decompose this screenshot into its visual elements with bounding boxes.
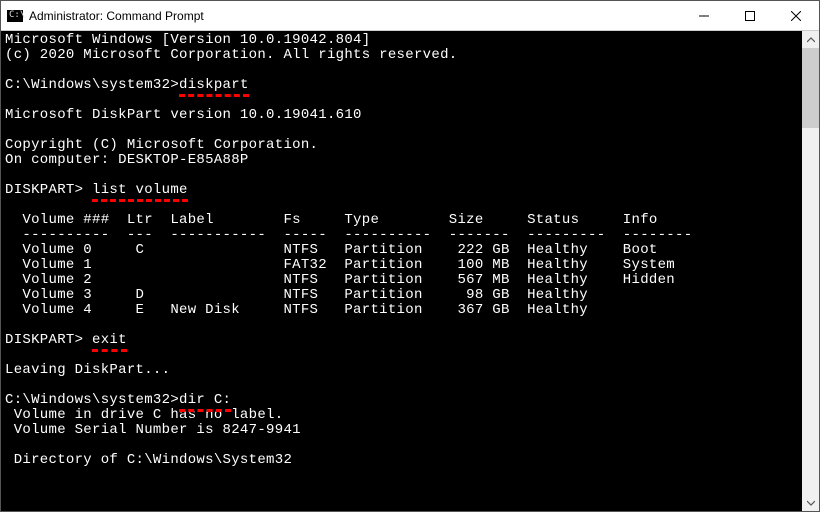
- dp-prompt-line: DISKPART> exit: [5, 333, 798, 348]
- dp-version: Microsoft DiskPart version 10.0.19041.61…: [5, 108, 798, 123]
- blank: [5, 318, 798, 333]
- table-row: Volume 4 E New Disk NTFS Partition 367 G…: [5, 303, 798, 318]
- dir-line2: Volume Serial Number is 8247-9941: [5, 423, 798, 438]
- scroll-up-button[interactable]: [802, 31, 819, 48]
- dp-computer: On computer: DESKTOP-E85A88P: [5, 153, 798, 168]
- blank: [5, 168, 798, 183]
- cmd-dir: dir C:: [179, 392, 231, 408]
- prompt-line: C:\Windows\system32>dir C:: [5, 393, 798, 408]
- vol-divider: ---------- --- ----------- ----- -------…: [5, 228, 798, 243]
- blank: [5, 378, 798, 393]
- leaving: Leaving DiskPart...: [5, 363, 798, 378]
- vol-header: Volume ### Ltr Label Fs Type Size Status…: [5, 213, 798, 228]
- table-row: Volume 3 D NTFS Partition 98 GB Healthy: [5, 288, 798, 303]
- dir-line3: Directory of C:\Windows\System32: [5, 453, 798, 468]
- maximize-button[interactable]: [727, 1, 773, 30]
- vertical-scrollbar[interactable]: [802, 31, 819, 511]
- body-area: Microsoft Windows [Version 10.0.19042.80…: [1, 31, 819, 511]
- dp-prompt: DISKPART>: [5, 332, 92, 348]
- cmd-exit: exit: [92, 332, 127, 348]
- titlebar[interactable]: C:\ Administrator: Command Prompt: [1, 1, 819, 31]
- scroll-thumb[interactable]: [802, 48, 819, 128]
- cmd-list-volume: list volume: [92, 182, 188, 198]
- blank: [5, 93, 798, 108]
- table-row: Volume 2 NTFS Partition 567 MB Healthy H…: [5, 273, 798, 288]
- prompt-path: C:\Windows\system32>: [5, 77, 179, 93]
- dp-prompt-line: DISKPART> list volume: [5, 183, 798, 198]
- blank: [5, 123, 798, 138]
- window-title: Administrator: Command Prompt: [29, 9, 681, 23]
- blank: [5, 438, 798, 453]
- dir-line1: Volume in drive C has no label.: [5, 408, 798, 423]
- dp-prompt: DISKPART>: [5, 182, 92, 198]
- table-row: Volume 0 C NTFS Partition 222 GB Healthy…: [5, 243, 798, 258]
- prompt-line: C:\Windows\system32>diskpart: [5, 78, 798, 93]
- cmd-window: C:\ Administrator: Command Prompt Micros…: [0, 0, 820, 512]
- cmd-icon: C:\: [7, 10, 23, 22]
- dp-copyright: Copyright (C) Microsoft Corporation.: [5, 138, 798, 153]
- blank: [5, 63, 798, 78]
- scroll-down-button[interactable]: [802, 494, 819, 511]
- scroll-track[interactable]: [802, 48, 819, 494]
- line-winver: Microsoft Windows [Version 10.0.19042.80…: [5, 33, 798, 48]
- minimize-button[interactable]: [681, 1, 727, 30]
- terminal-output[interactable]: Microsoft Windows [Version 10.0.19042.80…: [1, 31, 802, 511]
- window-controls: [681, 1, 819, 30]
- table-row: Volume 1 FAT32 Partition 100 MB Healthy …: [5, 258, 798, 273]
- close-button[interactable]: [773, 1, 819, 30]
- cmd-diskpart: diskpart: [179, 77, 249, 93]
- prompt-path: C:\Windows\system32>: [5, 392, 179, 408]
- line-copyright: (c) 2020 Microsoft Corporation. All righ…: [5, 48, 798, 63]
